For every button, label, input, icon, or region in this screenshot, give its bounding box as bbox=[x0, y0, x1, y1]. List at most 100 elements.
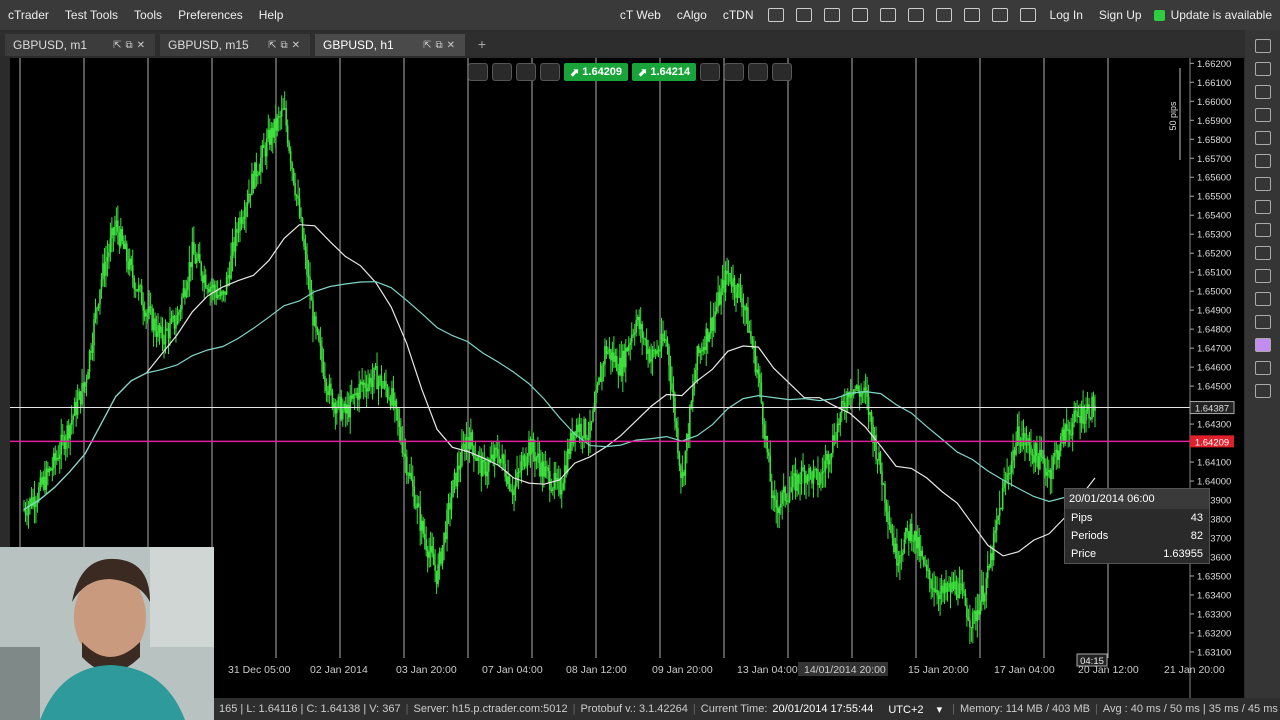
candle-body bbox=[176, 315, 179, 325]
candle-body bbox=[289, 151, 292, 163]
tab-controls[interactable]: ⇱⧉✕ bbox=[113, 40, 149, 51]
video-icon[interactable] bbox=[795, 8, 812, 22]
tab-controls[interactable]: ⇱⧉✕ bbox=[423, 40, 459, 51]
candle-body bbox=[610, 349, 612, 361]
timezone-select[interactable]: UTC+2 ▾ bbox=[878, 703, 952, 716]
y-tick-label: 1.64000 bbox=[1197, 477, 1231, 488]
single-window-icon[interactable] bbox=[1254, 62, 1271, 76]
rectangle-icon[interactable] bbox=[1254, 269, 1271, 283]
camera-icon[interactable] bbox=[1254, 361, 1271, 375]
candle-body bbox=[419, 506, 422, 531]
candle-body bbox=[896, 543, 898, 566]
candle-body bbox=[881, 471, 883, 485]
tooltip-label: Pips bbox=[1071, 512, 1093, 524]
cursor-icon[interactable] bbox=[1254, 108, 1271, 122]
candle-body bbox=[191, 241, 194, 268]
chart-settings-icon[interactable] bbox=[492, 63, 512, 81]
crosshair-icon[interactable] bbox=[1254, 131, 1271, 145]
split-window-icon[interactable] bbox=[1254, 85, 1271, 99]
color-picker-icon[interactable] bbox=[1254, 338, 1271, 352]
candle-body bbox=[767, 452, 770, 456]
layout-icon[interactable] bbox=[1254, 39, 1271, 53]
volume-icon[interactable] bbox=[935, 8, 952, 22]
candle-body bbox=[829, 459, 831, 465]
candle-body bbox=[851, 393, 854, 396]
candle-body bbox=[450, 497, 453, 510]
resize-icon[interactable] bbox=[1019, 8, 1036, 22]
calgo-link[interactable]: cAlgo bbox=[669, 8, 715, 22]
menu-tools[interactable]: Tools bbox=[126, 8, 170, 22]
ctdn-link[interactable]: cTDN bbox=[715, 8, 762, 22]
candle-body bbox=[699, 350, 702, 353]
update-notice[interactable]: Update is available bbox=[1150, 8, 1280, 22]
book-icon[interactable] bbox=[767, 8, 784, 22]
candle-body bbox=[541, 461, 544, 477]
candle-body bbox=[505, 476, 508, 485]
candle-body bbox=[933, 588, 935, 592]
timeframe-icon[interactable] bbox=[540, 63, 560, 81]
candle-body bbox=[809, 468, 812, 472]
y-tick-label: 1.65500 bbox=[1197, 192, 1231, 203]
candle-body bbox=[280, 109, 283, 117]
candle-body bbox=[130, 258, 133, 266]
ellipse-icon[interactable] bbox=[1254, 292, 1271, 306]
hand-up-icon[interactable] bbox=[879, 8, 896, 22]
grid-lines-icon[interactable] bbox=[1254, 246, 1271, 260]
candle-body bbox=[1025, 442, 1028, 446]
tab-controls[interactable]: ⇱⧉✕ bbox=[268, 40, 304, 51]
chat-icon[interactable] bbox=[823, 8, 840, 22]
candle-body bbox=[537, 453, 539, 458]
candle-body bbox=[966, 605, 968, 618]
candle-body bbox=[517, 471, 520, 473]
candle-body bbox=[908, 531, 910, 541]
candle-body bbox=[617, 371, 620, 375]
candle-body bbox=[547, 467, 550, 472]
candle-body bbox=[277, 116, 280, 118]
menu-help[interactable]: Help bbox=[251, 8, 292, 22]
tab-gbpusd-h1[interactable]: GBPUSD, h1 ⇱⧉✕ bbox=[315, 34, 465, 56]
settings-gear-icon[interactable] bbox=[851, 8, 868, 22]
sell-button[interactable]: ⬈ 1.64209 bbox=[564, 63, 629, 81]
menu-ctrader[interactable]: cTrader bbox=[0, 8, 57, 22]
candle-body bbox=[1068, 429, 1071, 435]
candle-body bbox=[534, 451, 536, 462]
candle-body bbox=[406, 456, 408, 475]
language-icon[interactable] bbox=[963, 8, 980, 22]
window-icon[interactable] bbox=[991, 8, 1008, 22]
candle-body bbox=[234, 228, 237, 252]
candle-body bbox=[344, 403, 347, 414]
text-icon[interactable] bbox=[1254, 315, 1271, 329]
orders-list-icon[interactable] bbox=[700, 63, 721, 81]
robot-icon[interactable] bbox=[772, 63, 793, 81]
toolbox-icon[interactable] bbox=[1254, 384, 1271, 398]
candle-body bbox=[69, 424, 71, 439]
hand-check-icon[interactable] bbox=[907, 8, 924, 22]
add-tab-icon[interactable]: + bbox=[473, 36, 491, 52]
tab-gbpusd-m15[interactable]: GBPUSD, m15 ⇱⧉✕ bbox=[160, 34, 310, 56]
candle-body bbox=[975, 611, 977, 622]
login-link[interactable]: Log In bbox=[1042, 8, 1091, 22]
drop-icon[interactable] bbox=[748, 63, 769, 81]
chart-type-icon[interactable] bbox=[516, 63, 536, 81]
indicators-icon[interactable] bbox=[724, 63, 745, 81]
ctweb-link[interactable]: cT Web bbox=[612, 8, 669, 22]
buy-button[interactable]: ⬈ 1.64214 bbox=[632, 63, 697, 81]
candle-body bbox=[769, 455, 772, 482]
trendline-icon[interactable] bbox=[1254, 177, 1271, 191]
candle-body bbox=[773, 495, 776, 500]
menu-preferences[interactable]: Preferences bbox=[170, 8, 251, 22]
candle-body bbox=[1080, 406, 1083, 424]
pitchfork-icon[interactable] bbox=[1254, 223, 1271, 237]
zoom-icon[interactable] bbox=[468, 63, 488, 81]
fibonacci-icon[interactable] bbox=[1254, 200, 1271, 214]
ruler-icon[interactable] bbox=[1254, 154, 1271, 168]
candle-body bbox=[374, 366, 377, 368]
menu-test-tools[interactable]: Test Tools bbox=[57, 8, 126, 22]
candle-body bbox=[522, 455, 524, 462]
signup-link[interactable]: Sign Up bbox=[1091, 8, 1150, 22]
candle-body bbox=[106, 256, 109, 262]
candle-body bbox=[330, 383, 332, 391]
tab-gbpusd-m1[interactable]: GBPUSD, m1 ⇱⧉✕ bbox=[5, 34, 155, 56]
candle-body bbox=[57, 457, 60, 459]
candle-body bbox=[239, 217, 241, 232]
